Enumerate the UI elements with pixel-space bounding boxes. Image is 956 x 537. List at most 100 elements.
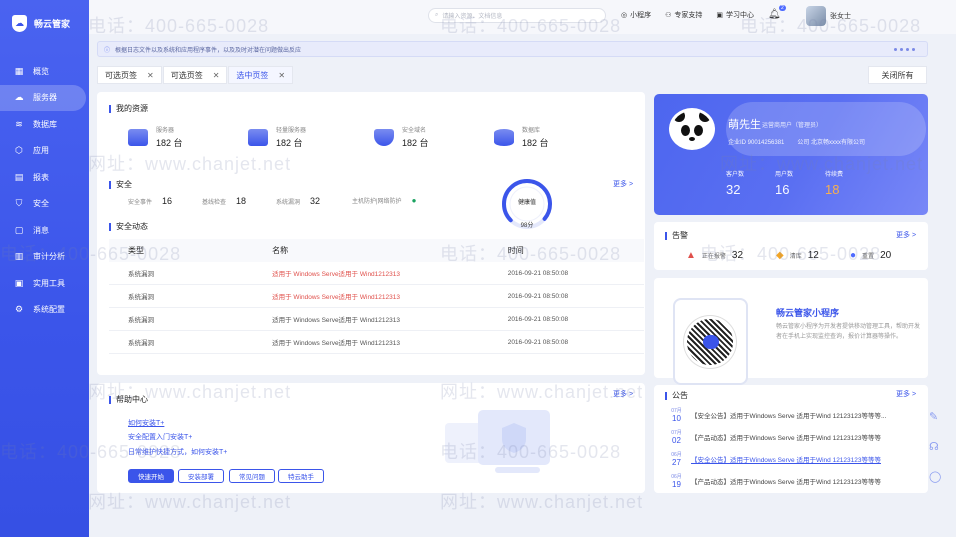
qr-code[interactable] bbox=[684, 316, 736, 368]
alert-item[interactable]: ▲ 正在报警 32 bbox=[686, 250, 743, 261]
cell-type: 系统漏洞 bbox=[128, 271, 154, 278]
help-link[interactable]: 如何安装T+ bbox=[128, 418, 164, 428]
user-menu[interactable]: 张女士 bbox=[806, 6, 851, 26]
sidebar-item[interactable]: ⛉ 安全 bbox=[0, 191, 89, 218]
announcement-text: 【安全公告】适用于Windows Serve 适用于Wind 12123123等… bbox=[691, 457, 881, 464]
cell-name: 适用于 Windows Serve适用于 Wind1212313 bbox=[272, 271, 400, 278]
carousel-dots[interactable] bbox=[894, 47, 915, 51]
help-link[interactable]: 安全配置入门安装T+ bbox=[128, 432, 192, 442]
info-icon: ⓘ bbox=[104, 47, 111, 54]
announcement-more-link[interactable]: 更多 > bbox=[896, 389, 916, 399]
alert-item[interactable]: ◆ 清库 12 bbox=[776, 250, 819, 261]
sidebar-item[interactable]: ▦ 概览 bbox=[0, 58, 89, 85]
faq-button[interactable]: 常见问题 bbox=[229, 469, 275, 483]
close-all-button[interactable]: 关闭所有 bbox=[868, 66, 927, 84]
database-icon: ≋ bbox=[15, 118, 23, 129]
tab[interactable]: 选中页签 ✕ bbox=[228, 66, 294, 84]
expert-link[interactable]: ⚇ 专家支持 bbox=[665, 10, 702, 20]
help-illustration bbox=[445, 410, 550, 473]
sidebar-item[interactable]: ▥ 审计分析 bbox=[0, 244, 89, 271]
toolbox-icon: ▣ bbox=[14, 277, 24, 288]
resource-servers[interactable]: 服务器 182 台 bbox=[128, 125, 183, 149]
headset-icon[interactable]: ☊ bbox=[929, 440, 941, 453]
announcement-text: 【产品动态】适用于Windows Serve 适用于Wind 12123123等… bbox=[691, 479, 881, 486]
res-label: 服务器 bbox=[156, 128, 175, 134]
tab[interactable]: 可选页签 ✕ bbox=[162, 66, 228, 84]
sidebar-item-label: 安全 bbox=[33, 199, 49, 209]
sidebar-item[interactable]: ⚙ 系统配置 bbox=[0, 297, 89, 324]
shield-icon: ⛉ bbox=[15, 198, 23, 209]
close-icon[interactable]: ✕ bbox=[278, 71, 285, 80]
table-row[interactable]: 系统漏洞 适用于 Windows Serve适用于 Wind1212313 2016… bbox=[109, 285, 644, 308]
notice-text: 根据日志文件以及系统和应用程序事件，以及及时对潜在问题做出反应 bbox=[115, 47, 302, 54]
company: 公司 北京畅xxxx有限公司 bbox=[797, 140, 866, 146]
announcement-date: 06月 19 bbox=[671, 474, 682, 489]
sidebar-item[interactable]: ▣ 实用工具 bbox=[0, 270, 89, 297]
top-links: ◎ 小程序 ⚇ 专家支持 ▣ 学习中心 🔔︎ 2 bbox=[621, 5, 786, 20]
security-more-link[interactable]: 更多 > bbox=[613, 179, 633, 189]
table-header: 类型 名称 时间 bbox=[109, 239, 644, 262]
page-tabs: 可选页签 ✕ 可选页签 ✕ 选中页签 ✕ bbox=[97, 66, 927, 84]
table-row[interactable]: 系统漏洞 适用于 Windows Serve适用于 Wind1212313 2016… bbox=[109, 308, 644, 331]
sidebar-item[interactable]: ☁ 服务器 bbox=[0, 84, 86, 111]
announcement-item[interactable]: 07月 02 【产品动态】适用于Windows Serve 适用于Wind 1212… bbox=[668, 429, 881, 445]
sidebar: ☁ 畅云管家 ▦ 概览 ☁ 服务器 ≋ 数据库 ⬡ 应用 ▤ 报表 ⛉ 安全 ▢ 消息 ▥ 审计分析 ▣ 实用工具… bbox=[0, 0, 89, 537]
announcement-item[interactable]: 06月 19 【产品动态】适用于Windows Serve 适用于Wind 1212… bbox=[668, 473, 881, 489]
miniprogram-link[interactable]: ◎ 小程序 bbox=[621, 10, 651, 20]
announcement-title: 公告 bbox=[665, 390, 688, 401]
brand[interactable]: ☁ 畅云管家 bbox=[0, 0, 89, 46]
table-row[interactable]: 系统漏洞 适用于 Windows Serve适用于 Wind1212313 2016… bbox=[109, 262, 644, 285]
security-title: 安全 bbox=[109, 179, 132, 190]
close-icon[interactable]: ✕ bbox=[147, 71, 154, 80]
resource-databases[interactable]: 数据库 182 台 bbox=[494, 125, 549, 149]
user-name: 张女士 bbox=[830, 13, 851, 20]
tab[interactable]: 可选页签 ✕ bbox=[97, 66, 162, 84]
announcement-item[interactable]: 06月 27 【安全公告】适用于Windows Serve 适用于Wind 1212… bbox=[668, 451, 881, 467]
sidebar-item[interactable]: ⬡ 应用 bbox=[0, 138, 89, 165]
sidebar-item[interactable]: ▤ 报表 bbox=[0, 164, 89, 191]
panda-avatar bbox=[669, 108, 715, 150]
alerts-card bbox=[654, 222, 928, 270]
enterprise-id: 企业ID 9001425638​1 bbox=[728, 140, 785, 146]
edit-icon[interactable]: ✎ bbox=[929, 410, 941, 423]
resource-light-servers[interactable]: 轻量服务器 182 台 bbox=[248, 125, 306, 149]
chart-icon: ▤ bbox=[14, 171, 24, 182]
chat-icon[interactable]: ◯ bbox=[929, 470, 941, 483]
res-value: 182 台 bbox=[402, 138, 429, 148]
sidebar-item-label: 应用 bbox=[33, 146, 49, 156]
help-link[interactable]: 日常维护快捷方式，如何安装T+ bbox=[128, 447, 227, 457]
sidebar-item[interactable]: ▢ 消息 bbox=[0, 217, 89, 244]
profile-info: 企业ID 9001425638​1 公司 北京畅xxxx有限公司 bbox=[728, 137, 865, 146]
header-time: 时间 bbox=[507, 246, 524, 255]
security-stat: 系统漏洞 32 bbox=[276, 196, 321, 206]
table-row[interactable]: 系统漏洞 适用于 Windows Serve适用于 Wind1212313 2016… bbox=[109, 331, 644, 354]
learning-link[interactable]: ▣ 学习中心 bbox=[716, 10, 754, 20]
res-label: 数据库 bbox=[522, 128, 541, 134]
close-icon[interactable]: ✕ bbox=[213, 71, 220, 80]
sidebar-item[interactable]: ≋ 数据库 bbox=[0, 111, 89, 138]
tab-label: 可选页签 bbox=[105, 70, 137, 80]
cell-time: 2016-09-21 08:50:08 bbox=[507, 338, 569, 346]
alert-item[interactable]: ● 重置 20 bbox=[850, 250, 891, 261]
assistant-button[interactable]: 特云助手 bbox=[278, 469, 324, 483]
sidebar-item-label: 系统配置 bbox=[33, 305, 65, 315]
quick-start-button[interactable]: 快速开始 bbox=[128, 469, 174, 483]
resources-title: 我的资源 bbox=[109, 103, 148, 114]
cube-icon: ⬡ bbox=[15, 145, 23, 156]
bell-icon[interactable]: 🔔︎ 2 bbox=[768, 5, 786, 20]
learning-label: 学习中心 bbox=[726, 11, 755, 19]
sidebar-item-label: 服务器 bbox=[33, 93, 57, 103]
res-value: 182 台 bbox=[156, 138, 183, 148]
health-label: 健康值 bbox=[518, 198, 536, 206]
install-button[interactable]: 安装部署 bbox=[178, 469, 224, 483]
sidebar-item-label: 消息 bbox=[33, 225, 49, 235]
announcement-item[interactable]: 07月 10 【安全公告】适用于Windows Serve 适用于Wind 1212… bbox=[668, 407, 886, 423]
avatar bbox=[806, 6, 826, 26]
search-input[interactable]: ⌕ 请输入资源、文档信息 bbox=[428, 8, 606, 23]
cell-time: 2016-09-21 08:50:08 bbox=[507, 269, 569, 277]
res-value: 182 台 bbox=[276, 138, 303, 148]
security-stat: 基线检查 18 bbox=[202, 196, 247, 206]
resource-secure-domains[interactable]: 安全域名 182 台 bbox=[374, 125, 429, 149]
help-more-link[interactable]: 更多 > bbox=[613, 389, 633, 399]
alerts-more-link[interactable]: 更多 > bbox=[896, 230, 916, 240]
